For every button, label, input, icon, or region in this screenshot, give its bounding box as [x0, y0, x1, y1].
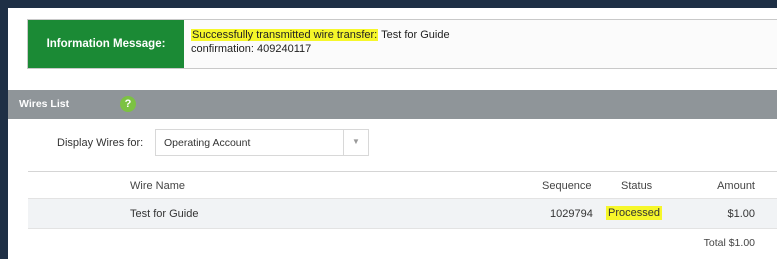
window-frame-left	[0, 0, 8, 259]
wire-transfer-name-text: Test for Guide	[378, 29, 450, 41]
table-header: Wire Name Sequence Status Amount	[28, 171, 777, 197]
account-select[interactable]: Operating Account ▼	[155, 129, 369, 156]
information-message-label: Information Message:	[28, 20, 184, 68]
amount-cell: $1.00	[727, 208, 755, 220]
question-circle-icon[interactable]: ?	[120, 96, 136, 112]
window-frame-top	[0, 0, 777, 8]
select-divider	[343, 130, 344, 155]
display-wires-for-label: Display Wires for:	[57, 137, 144, 149]
total-amount: Total $1.00	[703, 237, 755, 249]
account-select-value: Operating Account	[164, 137, 251, 149]
chevron-down-icon[interactable]: ▼	[352, 137, 360, 146]
column-header-status[interactable]: Status	[621, 180, 652, 192]
information-message-line: Successfully transmitted wire transfer: …	[191, 28, 450, 42]
information-message-box: Information Message: Successfully transm…	[27, 19, 777, 69]
status-badge: Processed	[606, 206, 662, 220]
table-row[interactable]: Test for Guide 1029794 Processed $1.00	[28, 198, 777, 229]
wires-list-title: Wires List	[19, 98, 70, 110]
wires-list-header: Wires List ?	[8, 90, 777, 119]
status-cell: Processed	[606, 206, 662, 220]
sequence-cell: 1029794	[550, 208, 593, 220]
success-highlight-text: Successfully transmitted wire transfer:	[191, 29, 379, 41]
column-header-sequence[interactable]: Sequence	[542, 180, 592, 192]
wire-name-cell[interactable]: Test for Guide	[130, 208, 198, 220]
information-message-text: Successfully transmitted wire transfer: …	[191, 28, 450, 56]
column-header-amount[interactable]: Amount	[717, 180, 755, 192]
column-header-wire-name[interactable]: Wire Name	[130, 180, 185, 192]
confirmation-text: confirmation: 409240117	[191, 43, 312, 55]
